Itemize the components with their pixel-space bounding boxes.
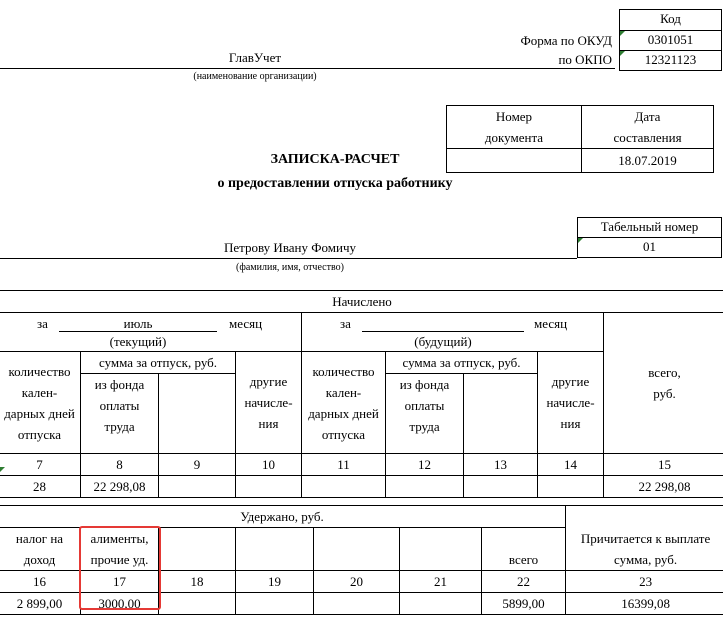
employee-underline <box>0 258 577 259</box>
accrued-next-period: за месяц (будущий) <box>301 312 604 352</box>
code-header: Код <box>619 9 722 31</box>
next-month-word: месяц <box>534 316 568 331</box>
withheld-col21-value <box>399 592 482 615</box>
withheld-col-number: 19 <box>235 570 314 593</box>
current-other-header: другие начисле-ния <box>235 351 302 454</box>
accrued-col-number: 12 <box>385 453 464 476</box>
okpo-value: 12321123 <box>619 50 722 71</box>
next-fund-header: из фонда оплаты труда <box>385 373 464 454</box>
tab-number-header: Табельный номер <box>577 217 722 238</box>
payable-value: 16399,08 <box>565 592 723 615</box>
current-caption: (текущий) <box>109 334 167 349</box>
accrued-value-col10 <box>235 475 302 498</box>
withheld-col21-header <box>399 527 482 571</box>
withheld-col-number: 21 <box>399 570 482 593</box>
withheld-col-number: 20 <box>313 570 400 593</box>
accrued-value-col9 <box>158 475 236 498</box>
accrued-value-fund: 22 298,08 <box>80 475 159 498</box>
okpo-corner-marker <box>620 51 625 56</box>
employee-name: Петрову Ивану Фомичу <box>223 240 357 255</box>
accrued-col-number: 8 <box>80 453 159 476</box>
withheld-col-number: 16 <box>0 570 81 593</box>
alimony-highlight <box>79 526 161 610</box>
accrued-value-total: 22 298,08 <box>602 475 723 498</box>
employee-caption: (фамилия, имя, отчество) <box>236 262 344 273</box>
accrued-corner-marker <box>0 467 5 472</box>
doc-number-header: Номер документа <box>446 105 582 149</box>
withheld-total-value: 5899,00 <box>480 592 567 615</box>
accrued-value-col11 <box>301 475 386 498</box>
current-month-word: месяц <box>229 316 263 331</box>
accrued-table: Начислено за июль месяц (текущий) за мес… <box>0 290 723 498</box>
tab-number-corner-marker <box>578 238 583 243</box>
withheld-col-number: 23 <box>565 570 723 593</box>
organization-name: ГлавУчет <box>228 50 282 65</box>
current-days-header: количество кален-дарных дней отпуска <box>0 351 81 454</box>
withheld-col20-header <box>313 527 400 571</box>
tab-number-value: 01 <box>577 237 722 258</box>
payable-header: Причитается к выплате сумма, руб. <box>565 505 723 571</box>
okud-label: Форма по ОКУД <box>520 33 613 48</box>
withheld-col-number: 22 <box>480 570 567 593</box>
withheld-col18-value <box>158 592 236 615</box>
next-extra-header <box>463 373 538 454</box>
withheld-col18-header <box>158 527 236 571</box>
next-days-header: количество кален-дарных дней отпуска <box>301 351 386 454</box>
doc-date-header: Дата составления <box>581 105 714 149</box>
next-other-header: другие начисле-ния <box>537 351 604 454</box>
current-sum-header: сумма за отпуск, руб. <box>80 351 236 374</box>
withheld-col19-header <box>235 527 314 571</box>
tax-header: налог на доход <box>0 527 81 571</box>
current-fund-header: из фонда оплаты труда <box>80 373 159 454</box>
next-caption: (будущий) <box>414 334 472 349</box>
organization-underline <box>0 68 615 69</box>
document-title: ЗАПИСКА-РАСЧЕТ <box>270 152 400 167</box>
accrued-col-number: 15 <box>602 453 723 476</box>
document-info-table: Номер документа Дата составления 18.07.201… <box>446 105 714 173</box>
withheld-col-number: 18 <box>158 570 236 593</box>
okpo-label: по ОКПО <box>558 52 612 67</box>
accrued-col-number: 14 <box>537 453 604 476</box>
accrued-col-number: 10 <box>235 453 302 476</box>
accrued-col-number: 13 <box>463 453 538 476</box>
withheld-col19-value <box>235 592 314 615</box>
withheld-total-header: всего <box>480 527 567 571</box>
current-extra-header <box>158 373 236 454</box>
withheld-header: Удержано, руб. <box>0 505 567 528</box>
doc-date-value: 18.07.2019 <box>581 148 714 173</box>
accrued-value-col12 <box>385 475 464 498</box>
organization-caption: (наименование организации) <box>193 71 317 82</box>
accrued-value-col14 <box>537 475 604 498</box>
okud-value: 0301051 <box>619 30 722 51</box>
withheld-col20-value <box>313 592 400 615</box>
accrued-col-number: 11 <box>301 453 386 476</box>
tax-value: 2 899,00 <box>0 592 81 615</box>
next-za-label: за <box>340 316 351 331</box>
document-subtitle: о предоставлении отпуска работнику <box>217 176 453 191</box>
accrued-value-days: 28 <box>0 475 81 498</box>
accrued-col-number: 7 <box>0 453 81 476</box>
okud-corner-marker <box>620 31 625 36</box>
accrued-col-number: 9 <box>158 453 236 476</box>
next-sum-header: сумма за отпуск, руб. <box>385 351 538 374</box>
accrued-total-header: всего, руб. <box>602 312 723 454</box>
accrued-value-col13 <box>463 475 538 498</box>
current-za-label: за <box>37 316 48 331</box>
accrued-header: Начислено <box>0 290 723 313</box>
accrued-current-period: за июль месяц (текущий) <box>0 312 302 352</box>
